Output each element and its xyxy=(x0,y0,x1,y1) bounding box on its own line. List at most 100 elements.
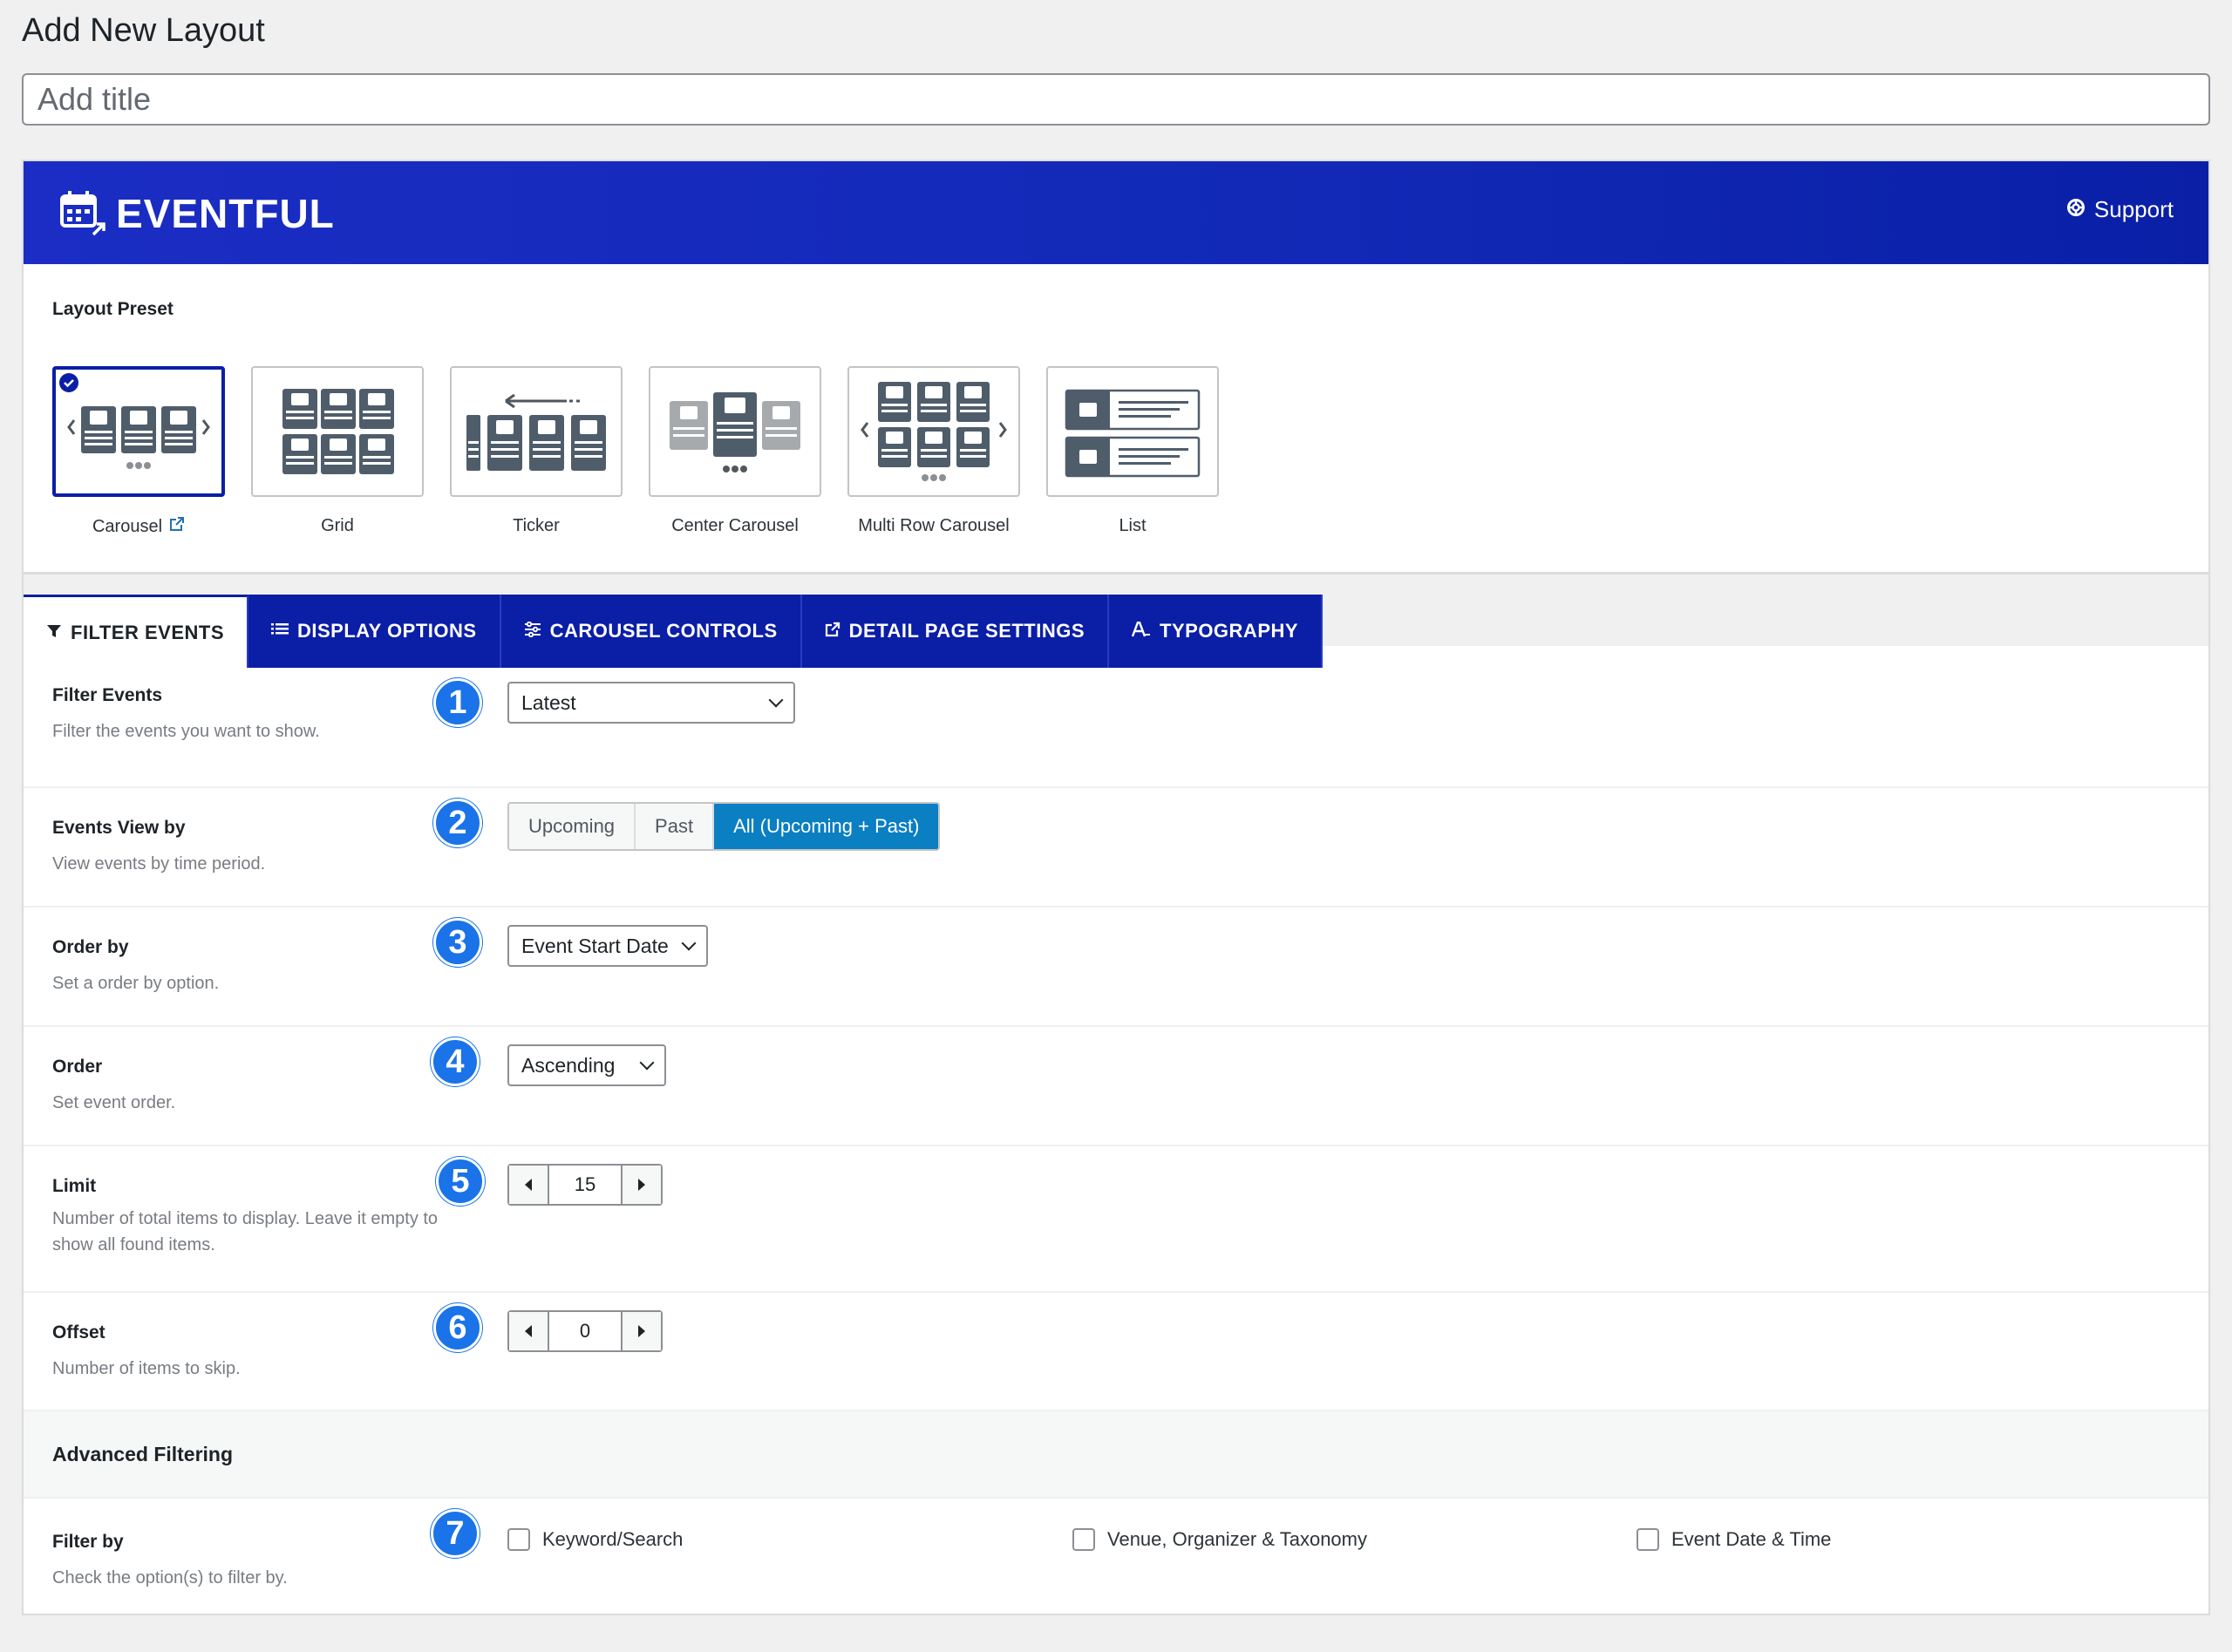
events-view-segmented: Upcoming Past All (Upcoming + Past) xyxy=(507,802,941,851)
row-order: Order Set event order. 4 Ascending xyxy=(24,1025,2208,1145)
calendar-logo-icon xyxy=(58,187,112,240)
caret-right-icon xyxy=(638,1179,645,1191)
eventful-panel: EVENTFUL Support Layout Preset Carousel … xyxy=(22,160,2210,1615)
sliders-icon xyxy=(524,620,541,642)
preset-label: List xyxy=(1119,516,1147,535)
center-carousel-preview-icon xyxy=(670,392,800,472)
preset-list[interactable]: List xyxy=(1046,366,1219,537)
layout-presets: Carousel Grid Ticker Center Carousel Mul… xyxy=(52,366,1219,537)
field-description: Set event order. xyxy=(52,1093,176,1112)
limit-input[interactable]: 15 xyxy=(549,1166,621,1204)
decrement-button[interactable] xyxy=(509,1312,549,1350)
advanced-filtering-section: Advanced Filtering xyxy=(24,1410,2208,1497)
preset-label: Center Carousel xyxy=(671,516,799,535)
row-limit: Limit Number of total items to display. … xyxy=(24,1145,2208,1291)
brand-name: EVENTFUL xyxy=(116,191,335,236)
checkbox-label: Venue, Organizer & Taxonomy xyxy=(1107,1528,1367,1550)
multi-row-carousel-preview-icon xyxy=(861,382,1007,481)
field-label: Filter by xyxy=(52,1532,124,1552)
filter-icon xyxy=(46,622,62,644)
checkbox-event-date-time[interactable]: Event Date & Time xyxy=(1637,1528,1831,1551)
select-value: Event Start Date xyxy=(521,934,669,957)
list-icon xyxy=(271,620,289,642)
checkbox[interactable] xyxy=(1072,1528,1095,1551)
segment-past[interactable]: Past xyxy=(636,804,715,849)
preset-label: Multi Row Carousel xyxy=(858,516,1010,535)
checkbox-keyword-search[interactable]: Keyword/Search xyxy=(507,1528,683,1551)
row-events-view: Events View by View events by time perio… xyxy=(24,786,2208,906)
field-description: Set a order by option. xyxy=(52,974,220,993)
brand: EVENTFUL xyxy=(58,187,335,240)
chevron-down-icon xyxy=(639,1055,655,1071)
preset-ticker[interactable]: Ticker xyxy=(450,366,623,537)
tab-typography[interactable]: TYPOGRAPHY xyxy=(1109,595,1324,668)
tab-label: DISPLAY OPTIONS xyxy=(297,620,477,642)
field-description: Check the option(s) to filter by. xyxy=(52,1568,288,1587)
decrement-button[interactable] xyxy=(509,1166,549,1204)
segment-all[interactable]: All (Upcoming + Past) xyxy=(714,804,939,849)
checkbox-label: Event Date & Time xyxy=(1671,1528,1832,1550)
field-label: Filter Events xyxy=(52,685,163,705)
page-title: Add New Layout xyxy=(22,12,265,49)
field-label: Offset xyxy=(52,1322,105,1343)
tab-carousel-controls[interactable]: CAROUSEL CONTROLS xyxy=(500,595,802,668)
checkbox[interactable] xyxy=(1637,1528,1659,1551)
increment-button[interactable] xyxy=(621,1166,661,1204)
field-description: Filter the events you want to show. xyxy=(52,722,320,741)
row-offset: Offset Number of items to skip. 6 0 xyxy=(24,1291,2208,1410)
step-badge: 5 xyxy=(436,1157,485,1206)
preset-label: Grid xyxy=(321,516,354,535)
tab-label: TYPOGRAPHY xyxy=(1160,620,1299,642)
ticker-preview-icon xyxy=(466,393,606,471)
support-link[interactable]: Support xyxy=(2066,196,2174,223)
tab-label: CAROUSEL CONTROLS xyxy=(549,620,778,642)
layout-preset-label: Layout Preset xyxy=(52,299,174,319)
field-label: Limit xyxy=(52,1176,97,1196)
eventful-header: EVENTFUL Support xyxy=(24,161,2208,264)
offset-stepper: 0 xyxy=(507,1310,663,1352)
preset-carousel[interactable]: Carousel xyxy=(52,366,225,537)
checkbox-label: Keyword/Search xyxy=(542,1528,684,1550)
tab-filter-events[interactable]: FILTER EVENTS xyxy=(24,595,248,668)
segment-upcoming[interactable]: Upcoming xyxy=(509,804,636,849)
increment-button[interactable] xyxy=(621,1312,661,1350)
tab-label: DETAIL PAGE SETTINGS xyxy=(848,620,1085,642)
step-badge: 6 xyxy=(433,1303,482,1352)
external-link-icon xyxy=(825,620,840,642)
field-label: Events View by xyxy=(52,818,186,838)
offset-input[interactable]: 0 xyxy=(549,1312,621,1350)
select-value: Ascending xyxy=(521,1053,616,1077)
caret-right-icon xyxy=(638,1325,645,1337)
typography-icon xyxy=(1131,620,1151,642)
field-description: Number of total items to display. Leave … xyxy=(52,1209,439,1254)
caret-left-icon xyxy=(525,1179,532,1191)
preset-multi-row-carousel[interactable]: Multi Row Carousel xyxy=(847,366,1020,537)
preset-center-carousel[interactable]: Center Carousel xyxy=(649,366,821,537)
tab-display-options[interactable]: DISPLAY OPTIONS xyxy=(248,595,501,668)
limit-stepper: 15 xyxy=(507,1164,663,1206)
filter-events-select[interactable]: Latest xyxy=(507,682,795,724)
order-select[interactable]: Ascending xyxy=(507,1044,666,1086)
preset-label: Ticker xyxy=(513,516,560,535)
checkbox[interactable] xyxy=(507,1528,530,1551)
field-description: View events by time period. xyxy=(52,854,266,874)
field-label: Order xyxy=(52,1057,103,1077)
field-description: Number of items to skip. xyxy=(52,1359,241,1378)
check-icon xyxy=(59,373,78,392)
external-link-icon[interactable] xyxy=(169,516,185,537)
caret-left-icon xyxy=(525,1325,532,1337)
row-filter-by: Filter by Check the option(s) to filter … xyxy=(24,1497,2208,1615)
grid-preview-icon xyxy=(282,389,394,474)
carousel-preview-icon xyxy=(67,406,210,469)
checkbox-venue-organizer-taxonomy[interactable]: Venue, Organizer & Taxonomy xyxy=(1072,1528,1367,1551)
select-value: Latest xyxy=(521,690,576,714)
tab-detail-page-settings[interactable]: DETAIL PAGE SETTINGS xyxy=(801,595,1110,668)
chevron-down-icon xyxy=(768,692,784,708)
order-by-select[interactable]: Event Start Date xyxy=(507,925,708,967)
lifebuoy-icon xyxy=(2066,196,2086,223)
title-input[interactable] xyxy=(22,73,2210,126)
support-label: Support xyxy=(2093,196,2174,222)
step-badge: 1 xyxy=(433,678,482,727)
preset-label: Carousel xyxy=(92,516,163,536)
preset-grid[interactable]: Grid xyxy=(251,366,424,537)
